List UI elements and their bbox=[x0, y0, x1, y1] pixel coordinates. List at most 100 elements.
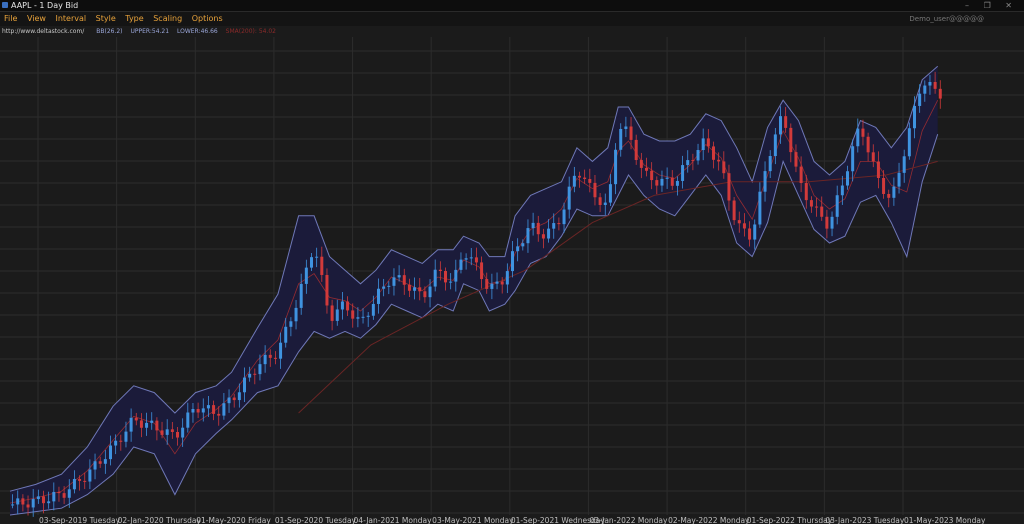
candle-body bbox=[614, 149, 618, 185]
candle-body bbox=[103, 459, 107, 464]
candle-body bbox=[346, 301, 350, 311]
candle-body bbox=[650, 170, 654, 181]
candle-body bbox=[861, 128, 865, 137]
candle-body bbox=[72, 478, 76, 490]
candle-body bbox=[428, 286, 432, 298]
candle-body bbox=[722, 161, 726, 174]
indicator-info-bar: http://www.deltastock.com/ BB(26.2) UPPE… bbox=[0, 27, 1024, 37]
candle-body bbox=[160, 430, 164, 435]
window-controls[interactable]: – ❐ ✕ bbox=[965, 0, 1018, 11]
candle-body bbox=[938, 88, 942, 99]
candle-body bbox=[170, 429, 174, 432]
candle-body bbox=[804, 183, 808, 201]
candle-body bbox=[93, 461, 97, 470]
candle-body bbox=[145, 422, 149, 428]
candle-body bbox=[876, 161, 880, 179]
x-tick-label: 03-Jan-2022 Monday bbox=[589, 516, 668, 524]
candle-body bbox=[413, 287, 417, 291]
candle-body bbox=[315, 256, 319, 258]
candle-body bbox=[815, 206, 819, 208]
candle-body bbox=[928, 82, 932, 86]
menu-scaling[interactable]: Scaling bbox=[153, 12, 182, 26]
candle-body bbox=[340, 301, 344, 310]
candle-body bbox=[304, 267, 308, 284]
candle-body bbox=[639, 160, 643, 168]
x-tick-label: 01-Sep-2020 Tuesday bbox=[275, 516, 357, 524]
candle-body bbox=[150, 420, 154, 423]
candle-body bbox=[423, 291, 427, 298]
candle-body bbox=[325, 274, 329, 306]
candle-body bbox=[655, 180, 659, 186]
candle-body bbox=[686, 160, 690, 166]
candle-body bbox=[511, 251, 514, 272]
candle-body bbox=[820, 206, 824, 217]
candle-body bbox=[593, 182, 597, 198]
candle-body bbox=[562, 209, 566, 225]
candle-body bbox=[57, 491, 61, 494]
price-chart[interactable]: 03-Sep-2019 Tuesday02-Jan-2020 Thursday0… bbox=[0, 37, 1024, 524]
candle-body bbox=[52, 491, 56, 502]
candle-body bbox=[619, 128, 623, 150]
candle-body bbox=[603, 202, 607, 206]
candle-body bbox=[449, 281, 453, 283]
candle-body bbox=[407, 284, 411, 291]
candle-body bbox=[809, 200, 813, 207]
candle-body bbox=[83, 480, 87, 482]
candle-body bbox=[691, 160, 695, 162]
menu-interval[interactable]: Interval bbox=[55, 12, 86, 26]
candle-body bbox=[763, 171, 767, 192]
candle-body bbox=[474, 257, 478, 263]
menu-style[interactable]: Style bbox=[96, 12, 116, 26]
candle-body bbox=[444, 271, 447, 283]
candle-body bbox=[382, 286, 386, 289]
candle-body bbox=[397, 275, 401, 278]
candle-body bbox=[387, 285, 391, 287]
candle-body bbox=[588, 178, 592, 183]
candle-body bbox=[645, 167, 648, 171]
candle-body bbox=[62, 493, 66, 498]
candle-body bbox=[186, 412, 190, 428]
candle-body bbox=[851, 146, 855, 172]
candle-body bbox=[624, 126, 628, 129]
candle-body bbox=[840, 185, 844, 196]
candle-body bbox=[392, 277, 396, 286]
candle-body bbox=[835, 195, 839, 217]
candle-body bbox=[516, 246, 520, 252]
candle-body bbox=[191, 408, 195, 413]
candle-body bbox=[701, 138, 705, 151]
menu-file[interactable]: File bbox=[4, 12, 17, 26]
candle-body bbox=[418, 287, 422, 292]
candle-body bbox=[531, 222, 535, 229]
sma-value: SMA(200): 54.02 bbox=[225, 28, 277, 35]
menu-view[interactable]: View bbox=[27, 12, 46, 26]
candle-body bbox=[871, 152, 875, 162]
candle-body bbox=[361, 316, 365, 318]
candle-body bbox=[768, 156, 772, 172]
candle-body bbox=[799, 166, 803, 184]
x-tick-label: 03-May-2021 Monday bbox=[432, 516, 514, 524]
source-url[interactable]: http://www.deltastock.com/ bbox=[2, 28, 84, 35]
candle-body bbox=[732, 200, 736, 221]
candle-body bbox=[181, 427, 185, 438]
candle-body bbox=[109, 445, 112, 460]
candle-body bbox=[681, 165, 685, 181]
candle-body bbox=[165, 429, 169, 435]
candle-body bbox=[521, 243, 525, 247]
candle-body bbox=[47, 501, 51, 504]
candle-body bbox=[377, 288, 380, 304]
candle-body bbox=[737, 220, 741, 224]
bb-label: BB(26.2) bbox=[96, 28, 123, 35]
candle-body bbox=[902, 156, 906, 173]
candle-body bbox=[176, 431, 179, 438]
menu-options[interactable]: Options bbox=[192, 12, 223, 26]
candle-body bbox=[933, 82, 937, 89]
x-tick-label: 01-Sep-2022 Thursday bbox=[747, 516, 833, 524]
candle-body bbox=[536, 222, 540, 235]
candle-body bbox=[552, 223, 556, 229]
candle-body bbox=[253, 373, 257, 375]
candle-body bbox=[433, 269, 437, 287]
candle-body bbox=[526, 228, 530, 244]
menu-type[interactable]: Type bbox=[125, 12, 143, 26]
candle-body bbox=[124, 431, 128, 442]
candle-body bbox=[289, 321, 293, 327]
